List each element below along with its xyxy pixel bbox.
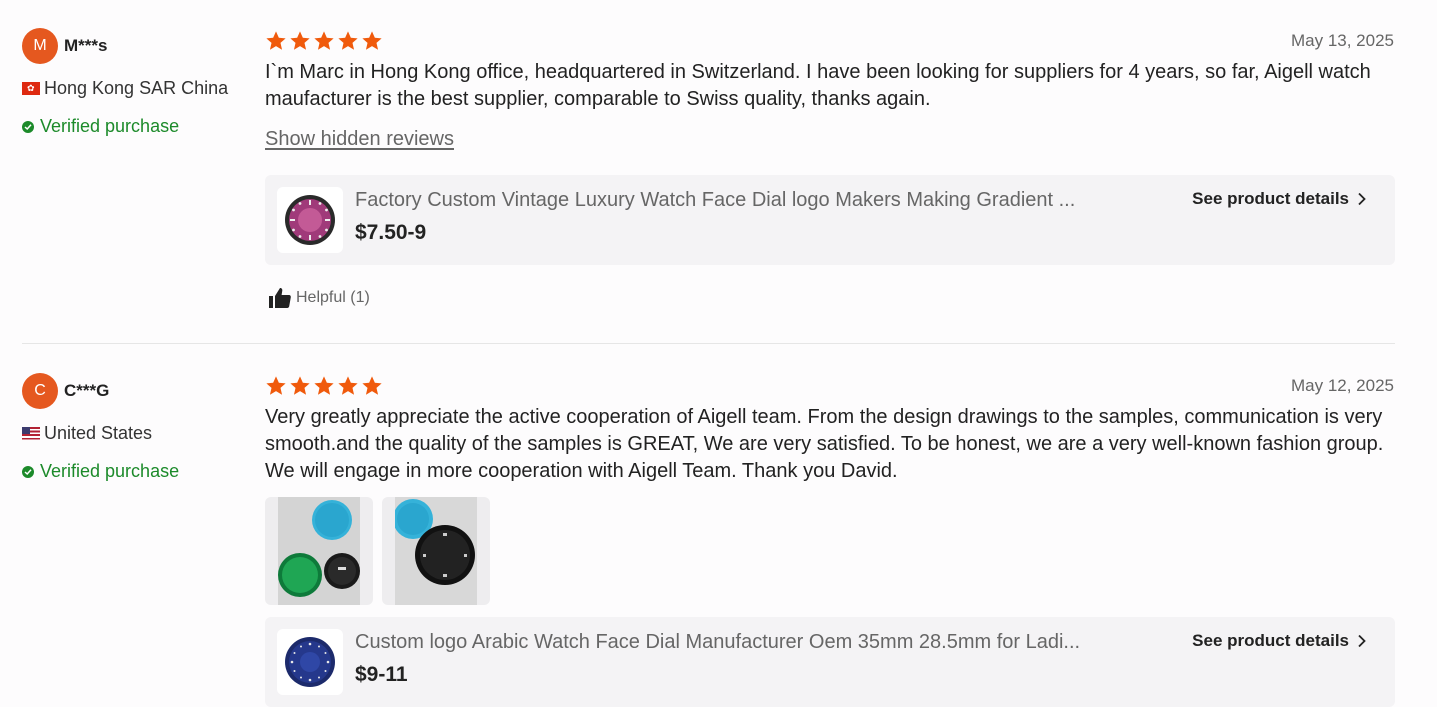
star-icon <box>362 31 382 50</box>
review-date: May 13, 2025 <box>1290 31 1394 50</box>
see-product-details-label: See product details <box>1192 189 1349 208</box>
helpful-label: Helpful (1) <box>296 289 370 306</box>
star-icon <box>314 31 334 50</box>
product-thumbnail[interactable] <box>277 629 343 695</box>
verified-purchase: Verified purchase <box>22 461 179 482</box>
review-text: Very greatly appreciate the active coope… <box>265 406 1384 482</box>
star-icon <box>338 376 358 395</box>
watch-dial-image <box>285 195 335 245</box>
star-icon <box>290 376 310 395</box>
star-icon <box>266 376 286 395</box>
verified-label: Verified purchase <box>40 116 180 136</box>
verified-check-icon <box>22 465 34 478</box>
review-photo[interactable] <box>265 497 373 605</box>
review-text: I`m Marc in Hong Kong office, headquarte… <box>265 61 1371 110</box>
see-product-details-label: See product details <box>1192 631 1349 650</box>
product-title[interactable]: Factory Custom Vintage Luxury Watch Face… <box>355 189 1165 212</box>
country-label: United States <box>44 423 153 443</box>
star-icon <box>338 31 358 50</box>
country-label: Hong Kong SAR China <box>44 78 229 98</box>
review-divider <box>22 343 1395 344</box>
hong-kong-flag-icon <box>22 82 40 95</box>
reviewer-country: United States <box>22 423 152 444</box>
watch-dial-image <box>285 637 335 687</box>
reviewer-name: M***s <box>64 36 108 55</box>
review-date: May 12, 2025 <box>1290 376 1394 395</box>
verified-check-icon <box>22 120 34 133</box>
product-card[interactable]: Custom logo Arabic Watch Face Dial Manuf… <box>265 617 1395 707</box>
watch-dials-photo <box>393 497 477 605</box>
product-price: $9-11 <box>355 663 408 686</box>
helpful-button[interactable]: Helpful (1) <box>268 287 370 309</box>
star-icon <box>266 31 286 50</box>
product-card[interactable]: Factory Custom Vintage Luxury Watch Face… <box>265 175 1395 265</box>
verified-label: Verified purchase <box>40 461 180 481</box>
chevron-right-icon <box>1358 192 1366 206</box>
see-product-details-link[interactable]: See product details <box>1192 631 1367 651</box>
avatar: C <box>22 373 58 409</box>
united-states-flag-icon <box>22 427 40 440</box>
star-icon <box>290 31 310 50</box>
star-rating <box>265 30 383 52</box>
verified-purchase: Verified purchase <box>22 116 179 137</box>
thumbs-up-icon <box>269 288 291 308</box>
star-icon <box>314 376 334 395</box>
star-rating <box>265 375 383 397</box>
reviewer-country: Hong Kong SAR China <box>22 78 228 99</box>
watch-dials-photo <box>278 497 360 605</box>
product-thumbnail[interactable] <box>277 187 343 253</box>
review-photo[interactable] <box>382 497 490 605</box>
reviewer-name: C***G <box>64 381 110 400</box>
chevron-right-icon <box>1358 634 1366 648</box>
avatar: M <box>22 28 58 64</box>
star-icon <box>362 376 382 395</box>
see-product-details-link[interactable]: See product details <box>1192 189 1367 209</box>
product-title[interactable]: Custom logo Arabic Watch Face Dial Manuf… <box>355 631 1165 654</box>
product-price: $7.50-9 <box>355 221 427 244</box>
show-hidden-reviews-link[interactable]: Show hidden reviews <box>265 128 454 151</box>
